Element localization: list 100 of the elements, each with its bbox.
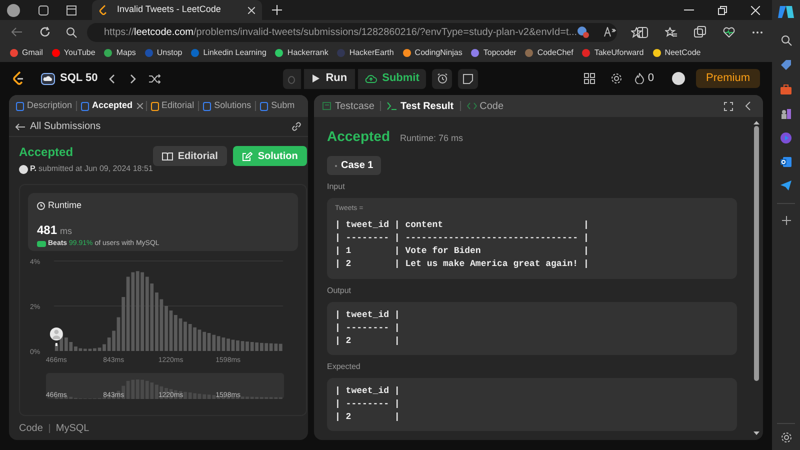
thumbs-up-icon (37, 240, 46, 248)
next-icon[interactable] (130, 74, 137, 84)
send-icon[interactable] (780, 180, 792, 191)
bookmark-link[interactable]: HackerEarth (349, 47, 394, 59)
back-arrow-icon[interactable] (15, 122, 25, 130)
settings-icon[interactable] (780, 432, 792, 443)
shuffle-icon[interactable] (148, 74, 161, 84)
code-line: | -------- | (335, 322, 401, 334)
result-status: Accepted (327, 127, 390, 146)
bookmark-link[interactable]: Gmail (22, 47, 43, 59)
settings-icon[interactable] (610, 73, 622, 84)
url-text: https://leetcode.com/problems/invalid-tweets/submissions/1282860216/?envType=study-plan-v2&envId=t... (104, 26, 578, 40)
search-icon[interactable] (780, 35, 792, 46)
link-icon[interactable] (291, 121, 302, 132)
tab-icon (387, 102, 398, 110)
fullscreen-icon[interactable] (724, 102, 733, 110)
logo-icon[interactable] (12, 71, 25, 86)
search-icon[interactable] (66, 26, 77, 38)
bookmark-link[interactable]: YouTube (64, 47, 96, 59)
study-plan-title[interactable]: SQL 50 (60, 70, 98, 87)
layout-grid-icon[interactable] (584, 73, 595, 84)
copilot-circle-icon[interactable] (780, 132, 792, 144)
briefcase-icon[interactable] (780, 84, 792, 95)
close-icon[interactable] (248, 6, 255, 14)
favorites-icon[interactable] (665, 26, 677, 38)
panel-tab[interactable]: Test Result (385, 95, 456, 117)
bookmark-link[interactable]: TakeUforward (594, 47, 644, 59)
language-label: MySQL (56, 422, 90, 436)
run-button[interactable]: Run (304, 68, 356, 88)
tab-title: Invalid Tweets - LeetCode (117, 3, 221, 16)
section-label: Input (327, 181, 346, 193)
debug-button[interactable] (282, 68, 301, 88)
tab-actions-icon[interactable] (66, 4, 77, 16)
panel-tab[interactable]: Accepted (80, 95, 134, 117)
cloud-upload-icon (365, 74, 378, 83)
tag-icon[interactable] (780, 59, 792, 71)
panel-tab[interactable]: Description (15, 95, 74, 117)
add-icon[interactable] (782, 216, 790, 225)
minimize-icon[interactable] (684, 9, 694, 11)
copilot-icon[interactable] (777, 4, 795, 20)
panel-tab[interactable]: Solutions (202, 95, 252, 117)
bookmark-link[interactable]: Hackerrank (287, 47, 328, 59)
more-menu-icon[interactable] (752, 30, 763, 34)
premium-button[interactable]: Premium (696, 69, 760, 88)
mail-app-icon[interactable] (780, 156, 792, 168)
workspaces-icon[interactable] (38, 4, 49, 16)
runtime-unit: ms (60, 224, 72, 238)
logo-icon (99, 5, 108, 15)
browser-tab[interactable]: Invalid Tweets - LeetCode (92, 0, 262, 20)
heart-pulse-icon[interactable] (723, 26, 735, 38)
tab-icon (203, 102, 212, 110)
editorial-button[interactable]: Editorial (152, 146, 227, 166)
section-label: Output (327, 284, 352, 296)
scroll-up-icon[interactable] (753, 120, 760, 125)
favorite-star-icon[interactable] (631, 26, 642, 38)
new-tab-icon[interactable] (272, 5, 282, 15)
case-tab[interactable]: Case 1 (327, 156, 382, 175)
reload-icon[interactable] (39, 26, 51, 38)
clock-icon (37, 202, 45, 210)
profile-icon[interactable] (7, 4, 20, 16)
chess-pieces-icon[interactable] (780, 108, 792, 120)
scroll-down-icon[interactable] (753, 431, 760, 436)
tab-icon (260, 102, 268, 110)
bookmark-link[interactable]: Maps (116, 47, 136, 59)
play-icon (312, 74, 320, 83)
submit-button[interactable]: Submit (358, 68, 426, 88)
notes-button[interactable] (458, 68, 478, 88)
flame-icon[interactable] (634, 73, 644, 84)
code-line: | 2 | (335, 334, 401, 348)
author-name[interactable]: P. (30, 163, 37, 175)
panel-tab[interactable]: Testcase (320, 95, 376, 117)
avatar[interactable] (672, 72, 685, 85)
collections-icon[interactable] (694, 26, 706, 38)
tab-icon (322, 102, 332, 110)
bookmark-link[interactable]: Unstop (156, 47, 182, 59)
bookmark-link[interactable]: Linkedin Learning (203, 47, 266, 59)
tab-icon (150, 102, 159, 110)
panel-tab[interactable]: Subm (259, 95, 296, 117)
range-navigator[interactable] (46, 373, 284, 399)
alarm-button[interactable] (432, 68, 452, 88)
code-line: | 2 | Let us make America great again! | (335, 258, 590, 270)
split-screen-icon[interactable] (637, 26, 648, 38)
bookmark-link[interactable]: Topcoder (483, 47, 516, 59)
back-icon[interactable] (11, 27, 23, 37)
bookmark-link[interactable]: NeetCode (664, 47, 701, 59)
code-line: | 1 | Vote for Biden | (335, 244, 590, 258)
restore-icon[interactable] (718, 6, 727, 14)
submission-time: submitted at Jun 09, 2024 18:51 (38, 163, 153, 175)
panel-tab[interactable]: Editorial (150, 95, 196, 117)
previous-icon[interactable] (108, 74, 115, 84)
runtime-title: Runtime (48, 199, 82, 212)
note-icon (463, 74, 474, 84)
all-submissions-link[interactable]: All Submissions (30, 119, 101, 134)
scrollbar[interactable] (753, 120, 760, 436)
panel-tab[interactable]: Code (464, 95, 506, 117)
bookmark-link[interactable]: CodingNinjas (414, 47, 462, 59)
read-aloud-icon[interactable] (604, 27, 616, 37)
collapse-icon[interactable] (745, 101, 751, 111)
cloud-icon[interactable] (41, 72, 55, 84)
bookmark-link[interactable]: CodeChef (537, 47, 574, 59)
